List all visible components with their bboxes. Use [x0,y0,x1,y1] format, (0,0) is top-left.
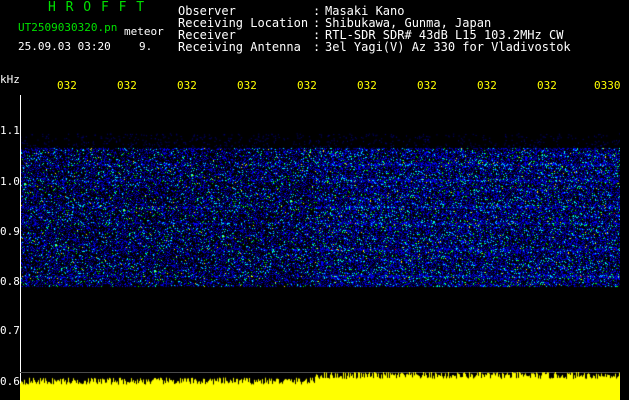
spectrogram-canvas [20,95,620,372]
x-tick-label: 032 [537,79,557,92]
x-tick-label: 032 [357,79,377,92]
x-tick-label: 032 [477,79,497,92]
meteor-label: meteor [124,25,164,38]
y-tick-label: 0.9 [0,225,20,238]
spectrogram-plot [20,95,620,387]
x-tick-label: 032 [177,79,197,92]
info-label-antenna: Receiving Antenna [178,40,301,54]
y-tick-label: 1.0 [0,175,20,188]
x-tick-label: 032 [417,79,437,92]
file-name: UT2509030320.pn [18,21,118,34]
y-axis-line [20,95,21,385]
y-tick-label: 0.8 [0,275,20,288]
signal-level-bar [20,372,620,400]
y-tick-label: 0.6 [0,375,20,388]
hrofft-window: H R O F F T UT2509030320.pn meteor 25.09… [0,0,629,400]
x-tick-label: 032 [57,79,77,92]
y-tick-label: 1.1 [0,124,20,137]
info-colon: : [313,40,321,54]
y-tick-label: 0.7 [0,324,20,337]
x-tick-label: 032 [237,79,257,92]
x-tick-label: 032 [297,79,317,92]
info-value-antenna: 3el Yagi(V) Az 330 for Vladivostok [325,40,571,54]
x-tick-label: 0330 [594,79,621,92]
date-time: 25.09.03 03:20 [18,40,111,53]
x-tick-label: 032 [117,79,137,92]
index-number: 9. [139,40,153,53]
app-title: H R O F F T [48,0,146,15]
y-axis-unit: kHz [0,73,20,86]
